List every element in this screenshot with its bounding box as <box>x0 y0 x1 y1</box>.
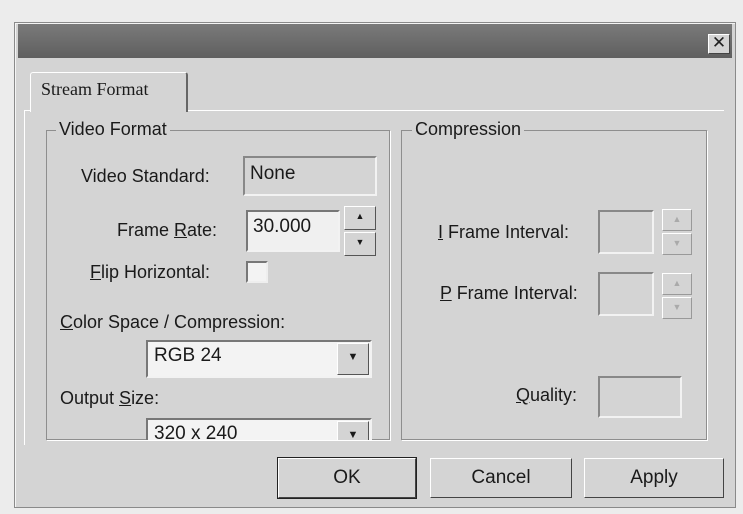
i-frame-spin-down: ▼ <box>662 233 692 255</box>
output-size-label: Output Size: <box>60 388 160 408</box>
video-standard-field: None <box>243 156 377 196</box>
spin-up-icon: ▲ <box>355 211 365 221</box>
frame-rate-spin-up[interactable]: ▲ <box>344 206 376 230</box>
spin-up-icon: ▲ <box>672 278 682 288</box>
spin-down-icon: ▼ <box>672 238 682 248</box>
i-frame-interval-label: I Frame Interval: <box>438 222 570 242</box>
close-button[interactable]: ✕ <box>708 34 730 54</box>
color-space-dropdown-button[interactable]: ▼ <box>337 343 369 375</box>
tab-stream-format[interactable]: Stream Format <box>30 72 188 112</box>
output-size-value: 320 x 240 <box>154 423 238 440</box>
i-frame-interval-field <box>598 210 654 254</box>
frame-rate-label: Frame Rate: <box>117 220 218 240</box>
close-icon: ✕ <box>711 33 727 52</box>
frame-rate-input[interactable]: 30.000 <box>246 210 340 252</box>
apply-button-label: Apply <box>630 467 678 488</box>
spin-down-icon: ▼ <box>355 237 365 247</box>
compression-title: Compression <box>412 119 525 139</box>
p-frame-spin-down: ▼ <box>662 297 692 319</box>
title-bar[interactable] <box>18 24 732 58</box>
spin-down-icon: ▼ <box>672 302 682 312</box>
color-space-value: RGB 24 <box>154 345 222 366</box>
output-size-clip: 320 x 240 ▼ <box>146 418 372 440</box>
frame-rate-spin-down[interactable]: ▼ <box>344 232 376 256</box>
cancel-button-label: Cancel <box>471 467 531 488</box>
flip-horizontal-checkbox[interactable] <box>246 261 268 283</box>
tab-stream-format-label: Stream Format <box>41 79 149 99</box>
chevron-down-icon: ▼ <box>347 429 359 440</box>
color-space-label: Color Space / Compression: <box>60 312 286 332</box>
apply-button[interactable]: Apply <box>584 458 724 498</box>
video-standard-value: None <box>250 163 296 184</box>
p-frame-interval-label: P Frame Interval: <box>440 283 578 303</box>
ok-button[interactable]: OK <box>277 457 417 499</box>
p-frame-spin-up: ▲ <box>662 273 692 295</box>
i-frame-spin-up: ▲ <box>662 209 692 231</box>
quality-label: Quality: <box>516 385 578 405</box>
video-standard-label: Video Standard: <box>81 166 210 186</box>
p-frame-interval-field <box>598 272 654 316</box>
ok-button-label: OK <box>333 467 361 488</box>
flip-horizontal-label: Flip Horizontal: <box>90 262 211 282</box>
quality-field <box>598 376 682 418</box>
video-format-title: Video Format <box>56 119 170 139</box>
chevron-down-icon: ▼ <box>347 351 359 363</box>
spin-up-icon: ▲ <box>672 214 682 224</box>
frame-rate-value: 30.000 <box>253 216 312 237</box>
output-size-dropdown-button[interactable]: ▼ <box>337 421 369 440</box>
cancel-button[interactable]: Cancel <box>430 458 572 498</box>
